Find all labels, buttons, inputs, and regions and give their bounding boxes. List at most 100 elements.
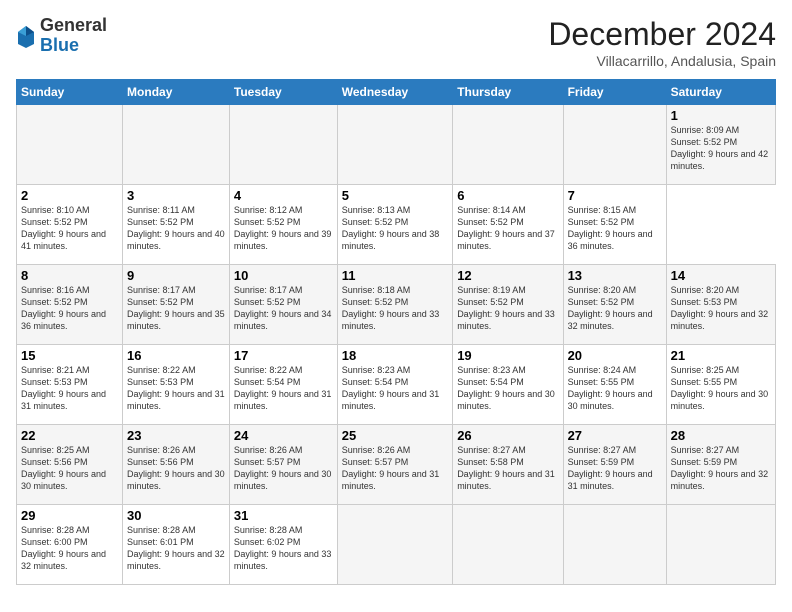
day-detail: Sunrise: 8:26 AMSunset: 5:57 PMDaylight:… [342, 445, 440, 491]
day-detail: Sunrise: 8:28 AMSunset: 6:02 PMDaylight:… [234, 525, 332, 571]
calendar-cell: 17Sunrise: 8:22 AMSunset: 5:54 PMDayligh… [229, 345, 337, 425]
logo: General Blue [16, 16, 107, 56]
day-number: 15 [21, 348, 118, 363]
calendar-cell [337, 105, 452, 185]
day-number: 19 [457, 348, 558, 363]
day-number: 18 [342, 348, 448, 363]
calendar-cell: 24Sunrise: 8:26 AMSunset: 5:57 PMDayligh… [229, 425, 337, 505]
day-number: 26 [457, 428, 558, 443]
calendar-cell: 22Sunrise: 8:25 AMSunset: 5:56 PMDayligh… [17, 425, 123, 505]
calendar-cell: 16Sunrise: 8:22 AMSunset: 5:53 PMDayligh… [123, 345, 230, 425]
day-number: 10 [234, 268, 333, 283]
logo-icon [16, 24, 36, 48]
day-number: 17 [234, 348, 333, 363]
day-number: 14 [671, 268, 771, 283]
day-detail: Sunrise: 8:21 AMSunset: 5:53 PMDaylight:… [21, 365, 106, 411]
day-number: 20 [568, 348, 662, 363]
day-number: 5 [342, 188, 448, 203]
calendar-week-row: 29 Sunrise: 8:28 AMSunset: 6:00 PMDayligh… [17, 505, 776, 585]
day-number: 29 [21, 508, 118, 523]
day-number: 23 [127, 428, 225, 443]
calendar-cell [17, 105, 123, 185]
day-number: 7 [568, 188, 662, 203]
day-detail: Sunrise: 8:20 AMSunset: 5:53 PMDaylight:… [671, 285, 769, 331]
day-detail: Sunrise: 8:28 AMSunset: 6:01 PMDaylight:… [127, 525, 225, 571]
day-detail: Sunrise: 8:27 AMSunset: 5:58 PMDaylight:… [457, 445, 555, 491]
calendar-cell: 27 Sunrise: 8:27 AMSunset: 5:59 PMDayligh… [563, 425, 666, 505]
location-subtitle: Villacarrillo, Andalusia, Spain [548, 53, 776, 69]
calendar-cell: 7 Sunrise: 8:15 AMSunset: 5:52 PMDaylight… [563, 185, 666, 265]
calendar-cell: 3Sunrise: 8:11 AMSunset: 5:52 PMDaylight… [123, 185, 230, 265]
logo-text: General Blue [40, 16, 107, 56]
header: General Blue December 2024 Villacarrillo… [16, 16, 776, 69]
day-detail: Sunrise: 8:16 AMSunset: 5:52 PMDaylight:… [21, 285, 106, 331]
header-monday: Monday [123, 80, 230, 105]
calendar-cell [337, 505, 452, 585]
calendar-week-row: 8 Sunrise: 8:16 AMSunset: 5:52 PMDaylight… [17, 265, 776, 345]
day-detail: Sunrise: 8:12 AMSunset: 5:52 PMDaylight:… [234, 205, 332, 251]
header-thursday: Thursday [453, 80, 563, 105]
page-container: General Blue December 2024 Villacarrillo… [0, 0, 792, 595]
calendar-cell: 25 Sunrise: 8:26 AMSunset: 5:57 PMDayligh… [337, 425, 452, 505]
day-detail: Sunrise: 8:25 AMSunset: 5:56 PMDaylight:… [21, 445, 106, 491]
calendar-cell: 2Sunrise: 8:10 AMSunset: 5:52 PMDaylight… [17, 185, 123, 265]
day-number: 12 [457, 268, 558, 283]
day-number: 27 [568, 428, 662, 443]
calendar-cell [123, 105, 230, 185]
calendar-cell: 29 Sunrise: 8:28 AMSunset: 6:00 PMDayligh… [17, 505, 123, 585]
day-number: 30 [127, 508, 225, 523]
weekday-header-row: Sunday Monday Tuesday Wednesday Thursday… [17, 80, 776, 105]
day-detail: Sunrise: 8:15 AMSunset: 5:52 PMDaylight:… [568, 205, 653, 251]
day-number: 11 [342, 268, 448, 283]
header-saturday: Saturday [666, 80, 775, 105]
day-detail: Sunrise: 8:22 AMSunset: 5:53 PMDaylight:… [127, 365, 225, 411]
day-detail: Sunrise: 8:27 AMSunset: 5:59 PMDaylight:… [671, 445, 769, 491]
day-detail: Sunrise: 8:18 AMSunset: 5:52 PMDaylight:… [342, 285, 440, 331]
calendar-cell [453, 505, 563, 585]
calendar-cell: 9Sunrise: 8:17 AMSunset: 5:52 PMDaylight… [123, 265, 230, 345]
calendar-cell: 12 Sunrise: 8:19 AMSunset: 5:52 PMDayligh… [453, 265, 563, 345]
day-detail: Sunrise: 8:26 AMSunset: 5:56 PMDaylight:… [127, 445, 225, 491]
calendar-cell: 6 Sunrise: 8:14 AMSunset: 5:52 PMDaylight… [453, 185, 563, 265]
day-detail: Sunrise: 8:23 AMSunset: 5:54 PMDaylight:… [457, 365, 555, 411]
calendar-week-row: 22Sunrise: 8:25 AMSunset: 5:56 PMDayligh… [17, 425, 776, 505]
day-number: 8 [21, 268, 118, 283]
calendar-cell: 4 Sunrise: 8:12 AMSunset: 5:52 PMDaylight… [229, 185, 337, 265]
day-detail: Sunrise: 8:19 AMSunset: 5:52 PMDaylight:… [457, 285, 555, 331]
calendar-cell: 31 Sunrise: 8:28 AMSunset: 6:02 PMDayligh… [229, 505, 337, 585]
day-detail: Sunrise: 8:28 AMSunset: 6:00 PMDaylight:… [21, 525, 106, 571]
header-wednesday: Wednesday [337, 80, 452, 105]
header-sunday: Sunday [17, 80, 123, 105]
calendar-cell: 28 Sunrise: 8:27 AMSunset: 5:59 PMDayligh… [666, 425, 775, 505]
day-number: 31 [234, 508, 333, 523]
month-title: December 2024 [548, 16, 776, 53]
day-number: 1 [671, 108, 771, 123]
calendar-table: Sunday Monday Tuesday Wednesday Thursday… [16, 79, 776, 585]
calendar-cell: 1 Sunrise: 8:09 AMSunset: 5:52 PMDaylight… [666, 105, 775, 185]
day-detail: Sunrise: 8:10 AMSunset: 5:52 PMDaylight:… [21, 205, 106, 251]
day-detail: Sunrise: 8:11 AMSunset: 5:52 PMDaylight:… [127, 205, 225, 251]
day-number: 4 [234, 188, 333, 203]
calendar-cell: 18Sunrise: 8:23 AMSunset: 5:54 PMDayligh… [337, 345, 452, 425]
day-number: 25 [342, 428, 448, 443]
day-detail: Sunrise: 8:14 AMSunset: 5:52 PMDaylight:… [457, 205, 555, 251]
calendar-week-row: 15 Sunrise: 8:21 AMSunset: 5:53 PMDayligh… [17, 345, 776, 425]
day-detail: Sunrise: 8:20 AMSunset: 5:52 PMDaylight:… [568, 285, 653, 331]
day-detail: Sunrise: 8:27 AMSunset: 5:59 PMDaylight:… [568, 445, 653, 491]
day-detail: Sunrise: 8:09 AMSunset: 5:52 PMDaylight:… [671, 125, 769, 171]
calendar-cell: 10Sunrise: 8:17 AMSunset: 5:52 PMDayligh… [229, 265, 337, 345]
calendar-body: 1 Sunrise: 8:09 AMSunset: 5:52 PMDaylight… [17, 105, 776, 585]
day-number: 28 [671, 428, 771, 443]
day-number: 13 [568, 268, 662, 283]
day-number: 21 [671, 348, 771, 363]
day-number: 6 [457, 188, 558, 203]
day-number: 24 [234, 428, 333, 443]
calendar-cell: 30 Sunrise: 8:28 AMSunset: 6:01 PMDayligh… [123, 505, 230, 585]
calendar-week-row: 2Sunrise: 8:10 AMSunset: 5:52 PMDaylight… [17, 185, 776, 265]
day-detail: Sunrise: 8:25 AMSunset: 5:55 PMDaylight:… [671, 365, 769, 411]
calendar-cell: 15 Sunrise: 8:21 AMSunset: 5:53 PMDayligh… [17, 345, 123, 425]
day-detail: Sunrise: 8:24 AMSunset: 5:55 PMDaylight:… [568, 365, 653, 411]
calendar-cell [563, 505, 666, 585]
day-detail: Sunrise: 8:17 AMSunset: 5:52 PMDaylight:… [127, 285, 225, 331]
calendar-cell: 19 Sunrise: 8:23 AMSunset: 5:54 PMDayligh… [453, 345, 563, 425]
